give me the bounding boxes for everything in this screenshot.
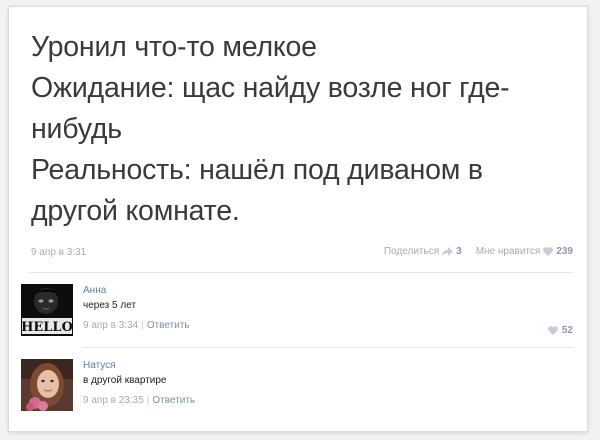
post-card: Уронил что-то мелкое Ожидание: щас найду… <box>8 6 588 432</box>
comment-author[interactable]: Натуся <box>83 359 573 372</box>
comment: Натуся в другой квартире 9 апр в 23:35 | О… <box>21 359 573 419</box>
separator: | <box>146 395 150 406</box>
comment-text: через 5 лет <box>83 300 137 311</box>
post-text-line: Уронил что-то мелкое <box>31 31 317 63</box>
comment-likes[interactable]: 52 <box>547 325 573 336</box>
comment-text: в другой квартире <box>83 375 167 386</box>
comment-date[interactable]: 9 апр в 3:34 <box>83 320 138 331</box>
comment-body: Натуся в другой квартире 9 апр в 23:35 | О… <box>83 359 573 407</box>
post-text: Уронил что-то мелкое Ожидание: щас найду… <box>31 27 576 232</box>
post-text-line: другой комнате. <box>31 195 240 227</box>
heart-icon[interactable] <box>543 247 554 256</box>
post-meta: 9 апр в 3:31 Поделиться 3 Мне нравится 2… <box>31 245 573 261</box>
comment-meta: 9 апр в 23:35 | Ответить <box>83 394 573 407</box>
like-count: 239 <box>556 246 573 257</box>
post-text-line: нибудь <box>31 113 122 145</box>
share-icon[interactable] <box>442 247 454 256</box>
share-count: 3 <box>456 246 462 257</box>
post-actions: Поделиться 3 Мне нравится 239 <box>384 246 573 257</box>
avatar[interactable]: HELLO <box>21 284 73 336</box>
separator: | <box>141 320 144 331</box>
avatar-image <box>21 359 73 411</box>
avatar-text: HELLO <box>21 320 73 335</box>
avatar[interactable] <box>21 359 73 411</box>
post-text-line: Ожидание: щас найду возле ног где- <box>31 72 510 104</box>
share-button[interactable]: Поделиться <box>384 246 439 257</box>
like-button[interactable]: Мне нравится <box>476 246 541 257</box>
comment-meta: 9 апр в 3:34 | Ответить <box>83 319 573 332</box>
comment-date[interactable]: 9 апр в 23:35 <box>83 395 144 406</box>
avatar-image: HELLO <box>21 284 73 336</box>
divider <box>29 272 573 273</box>
comment-author[interactable]: Анна <box>83 284 573 297</box>
reply-button[interactable]: Ответить <box>147 320 190 331</box>
post-text-line: Реальность: нашёл под диваном в <box>31 154 483 186</box>
post-date[interactable]: 9 апр в 3:31 <box>31 247 86 258</box>
comment-like-count: 52 <box>561 325 573 336</box>
divider <box>83 347 573 348</box>
heart-icon[interactable] <box>547 326 558 335</box>
comment: HELLO Анна через 5 лет 9 апр в 3:34 | Отве… <box>21 284 573 344</box>
reply-button[interactable]: Ответить <box>152 395 195 406</box>
comment-body: Анна через 5 лет 9 апр в 3:34 | Ответить 5… <box>83 284 573 336</box>
